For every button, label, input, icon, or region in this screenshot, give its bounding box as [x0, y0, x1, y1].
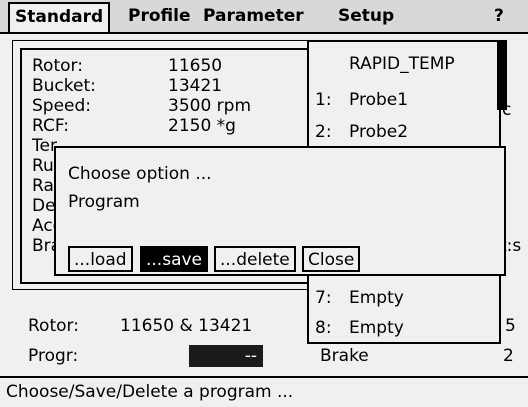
tab-help[interactable]: ? — [494, 4, 504, 28]
bottom-rotor-label: Rotor: — [28, 316, 79, 336]
bottom-rotor-value: 11650 & 13421 — [120, 316, 253, 336]
choose-option-dialog: Choose option ... Program ...load ...sav… — [54, 146, 506, 276]
status-text: Choose/Save/Delete a program ... — [6, 382, 294, 402]
list-item-name: Probe2 — [349, 122, 409, 142]
list-item-number: 1: — [315, 90, 332, 110]
list-item-number: 7: — [315, 288, 332, 308]
tab-profile[interactable]: Profile — [128, 4, 190, 28]
right-edge-text: c — [502, 100, 512, 120]
tab-setup[interactable]: Setup — [338, 4, 394, 28]
dialog-title: Choose option ... — [68, 164, 212, 184]
ramp-label: Ra — [32, 176, 54, 196]
progr-label: Progr: — [28, 346, 79, 366]
list-item-number: 8: — [315, 318, 332, 338]
tab-parameter[interactable]: Parameter — [203, 4, 304, 28]
bottom-brake-label: Brake — [320, 346, 369, 366]
bucket-value: 13421 — [168, 76, 223, 96]
list-item-number: 2: — [315, 122, 332, 142]
rcf-label: RCF: — [32, 116, 70, 136]
rotor-value: 11650 — [168, 56, 223, 76]
program-list-header: RAPID_TEMP — [349, 54, 455, 74]
bucket-label: Bucket: — [32, 76, 96, 96]
load-button[interactable]: ...load — [68, 246, 133, 272]
dialog-subtitle: Program — [68, 192, 140, 212]
tab-bar: Standard Profile Parameter Setup ? — [0, 0, 528, 34]
rotor-label: Rotor: — [32, 56, 83, 76]
status-bar: Choose/Save/Delete a program ... — [0, 376, 528, 407]
delete-button[interactable]: ...delete — [214, 246, 296, 272]
rcf-value: 2150 *g — [168, 116, 236, 136]
close-button[interactable]: Close — [302, 246, 361, 272]
list-item-name: Empty — [349, 288, 404, 308]
speed-value: 3500 rpm — [168, 96, 252, 116]
run-label: Ru — [32, 156, 54, 176]
bottom-brake-value: 2 — [503, 346, 514, 366]
list-item-name: Probe1 — [349, 90, 409, 110]
save-button[interactable]: ...save — [140, 246, 209, 272]
decel-label: De — [32, 196, 56, 216]
tab-standard[interactable]: Standard — [8, 2, 111, 32]
speed-label: Speed: — [32, 96, 92, 116]
program-field[interactable]: -- — [189, 345, 263, 367]
right-edge-number: 5 — [505, 316, 516, 336]
list-item-name: Empty — [349, 318, 404, 338]
